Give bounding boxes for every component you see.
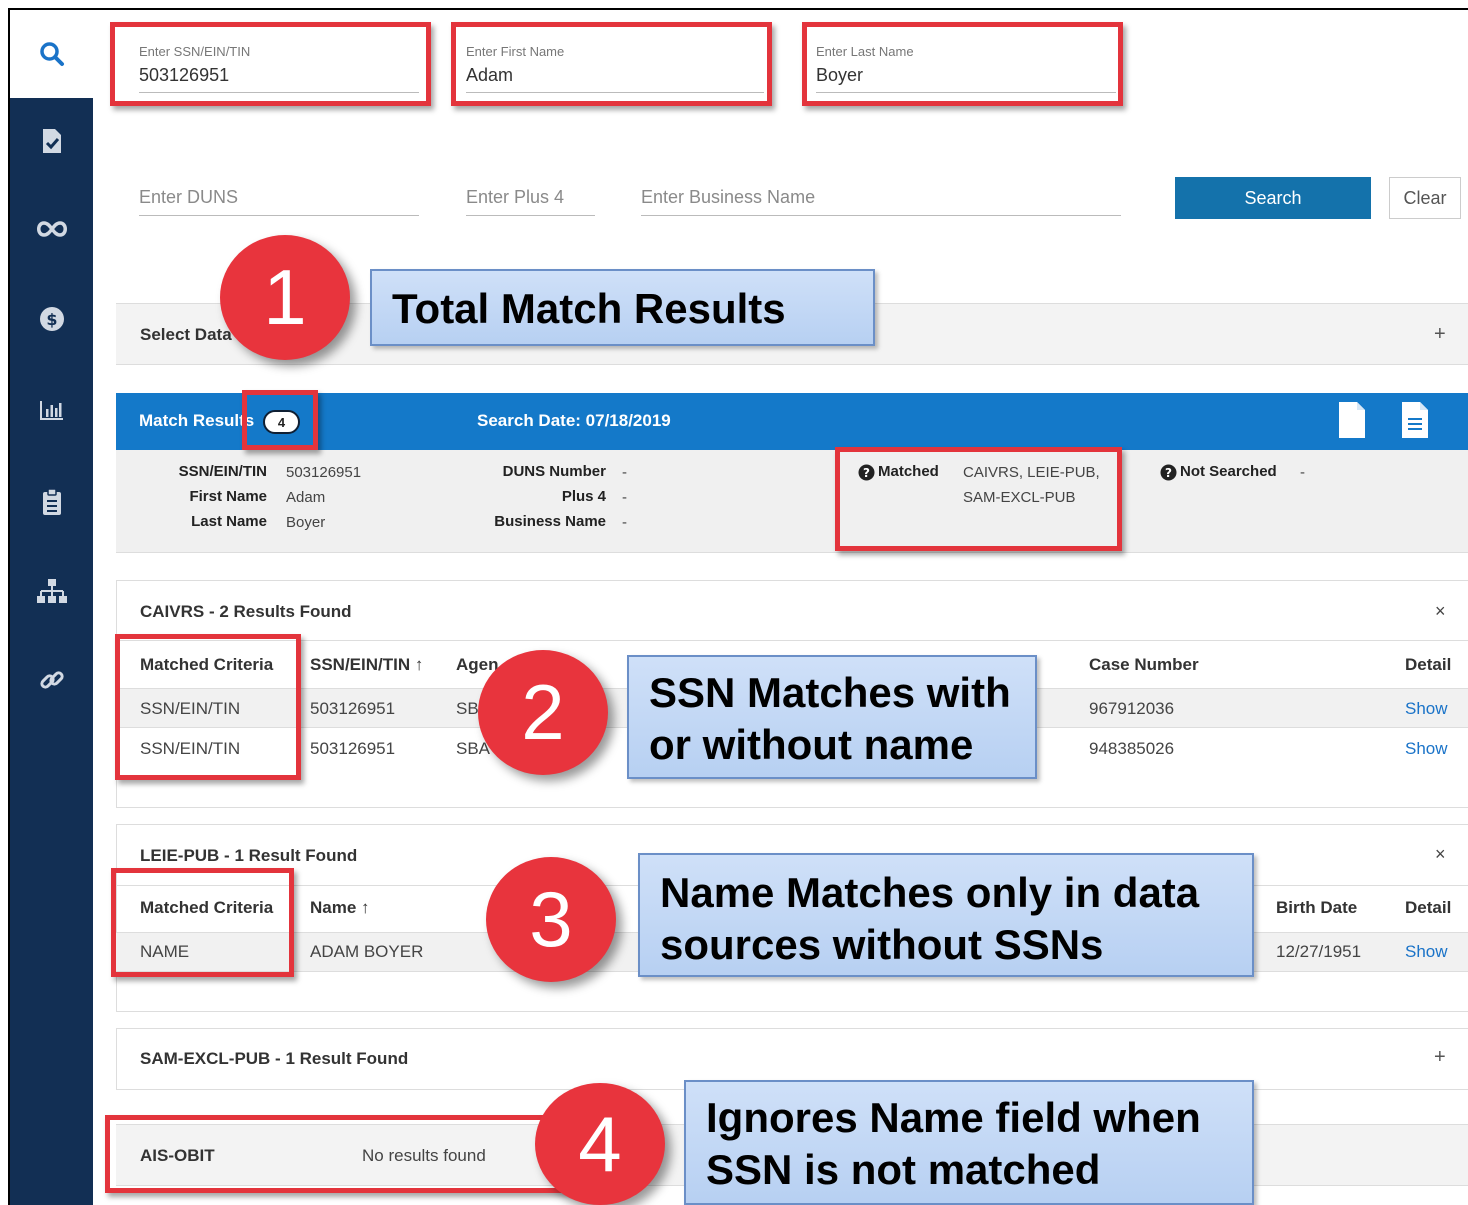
summary-plus4-value: - <box>622 489 627 506</box>
callout-4-line-1: Ignores Name field when <box>706 1094 1201 1141</box>
summary-first-key: First Name <box>189 488 267 505</box>
summary-not-searched-value: - <box>1300 464 1305 481</box>
leie-header-name[interactable]: Name ↑ <box>310 898 370 918</box>
leie-header-detail: Detail <box>1405 898 1452 917</box>
sidebar-item-search[interactable] <box>10 10 93 98</box>
summary-ssn-key: SSN/EIN/TIN <box>178 463 267 480</box>
callout-3-line-2: sources without SSNs <box>660 921 1104 968</box>
leie-row1-show-link[interactable]: Show <box>1405 942 1448 962</box>
infinity-icon[interactable] <box>10 216 93 246</box>
caivrs-title: CAIVRS - 2 Results Found <box>140 602 352 621</box>
callout-number-2: 2 <box>478 650 608 775</box>
caivrs-row1-agency: SB <box>456 699 479 718</box>
callout-2-line-1: SSN Matches with <box>649 669 1011 716</box>
callout-3-line-1: Name Matches only in data <box>660 869 1200 916</box>
svg-text:?: ? <box>1165 466 1172 480</box>
caivrs-header-case[interactable]: Case Number <box>1089 655 1199 675</box>
search-button[interactable]: Search <box>1175 177 1371 219</box>
summary-last-key: Last Name <box>191 513 267 530</box>
highlight-last-name-field <box>802 22 1123 106</box>
highlight-matched-sources <box>835 447 1122 551</box>
svg-text:$: $ <box>46 310 57 329</box>
clipboard-icon[interactable] <box>10 488 93 523</box>
caivrs-row2-show-link[interactable]: Show <box>1405 739 1448 759</box>
caivrs-row1-case: 967912036 <box>1089 699 1175 718</box>
document-check-icon[interactable] <box>10 128 93 161</box>
caivrs-header-detail: Detail <box>1405 655 1452 674</box>
callout-name-matches: Name Matches only in data sources withou… <box>638 853 1254 977</box>
business-name-input[interactable]: Enter Business Name <box>641 187 1121 216</box>
file-text-icon[interactable] <box>1401 401 1429 439</box>
match-results-bar: Match Results Search Date: 07/18/2019 <box>116 393 1468 450</box>
file-icon[interactable] <box>1338 401 1366 439</box>
sam-title: SAM-EXCL-PUB - 1 Result Found <box>140 1049 409 1068</box>
summary-not-searched-key: Not Searched <box>1180 463 1277 480</box>
leie-row1-birth-date: 12/27/1951 <box>1276 942 1362 961</box>
sidebar: $ <box>10 10 93 1205</box>
caivrs-row1-ssn: 503126951 <box>310 699 396 718</box>
plus4-input[interactable]: Enter Plus 4 <box>466 187 595 216</box>
summary-last-value: Boyer <box>286 514 326 531</box>
caivrs-row2-case: 948385026 <box>1089 739 1175 758</box>
callout-number-3: 3 <box>486 857 616 982</box>
sam-expand[interactable]: + <box>1434 1046 1446 1069</box>
duns-input[interactable]: Enter DUNS <box>139 187 419 216</box>
callout-4-line-2: SSN is not matched <box>706 1146 1101 1193</box>
summary-ssn-value: 503126951 <box>286 464 362 481</box>
caivrs-row1-show-link[interactable]: Show <box>1405 699 1448 719</box>
highlight-match-count <box>242 390 318 450</box>
callout-ignores-name: Ignores Name field when SSN is not match… <box>684 1080 1254 1205</box>
callout-2-line-2: or without name <box>649 721 974 768</box>
highlight-first-name-field <box>451 22 772 106</box>
highlight-caivrs-criteria <box>115 634 301 780</box>
select-data-expand[interactable]: + <box>1434 323 1446 346</box>
highlight-ais-obit <box>105 1115 580 1193</box>
leie-row1-name: ADAM BOYER <box>310 942 424 961</box>
highlight-ssn-field <box>110 22 431 106</box>
summary-duns-value: - <box>622 464 627 481</box>
search-date: Search Date: 07/18/2019 <box>477 411 671 430</box>
dollar-icon[interactable]: $ <box>10 306 93 339</box>
caivrs-close-button[interactable]: × <box>1435 601 1446 622</box>
help-circle-icon[interactable]: ? <box>1160 464 1177 481</box>
clear-button[interactable]: Clear <box>1389 177 1461 219</box>
leie-close-button[interactable]: × <box>1435 844 1446 865</box>
sitemap-icon[interactable] <box>10 578 93 611</box>
summary-duns-key: DUNS Number <box>502 463 606 480</box>
match-results-label: Match Results <box>139 411 255 430</box>
select-data-label: Select Data <box>140 325 232 344</box>
callout-total-match-results: Total Match Results <box>370 269 875 346</box>
divider <box>116 640 1468 641</box>
caivrs-row2-ssn: 503126951 <box>310 739 396 758</box>
callout-ssn-matches: SSN Matches with or without name <box>627 655 1037 779</box>
callout-number-4: 4 <box>535 1083 665 1205</box>
leie-title: LEIE-PUB - 1 Result Found <box>140 846 358 865</box>
leie-header-birth-date[interactable]: Birth Date <box>1276 898 1357 918</box>
bar-chart-icon[interactable] <box>10 398 93 428</box>
highlight-leie-criteria <box>111 868 294 977</box>
search-icon <box>39 42 64 66</box>
summary-business-key: Business Name <box>494 513 606 530</box>
link-icon[interactable] <box>10 666 93 701</box>
summary-business-value: - <box>622 514 627 531</box>
caivrs-header-ssn[interactable]: SSN/EIN/TIN ↑ <box>310 655 423 675</box>
summary-first-value: Adam <box>286 489 326 506</box>
callout-number-1: 1 <box>220 235 350 360</box>
callout-1-text: Total Match Results <box>392 285 786 332</box>
summary-plus4-key: Plus 4 <box>561 488 606 505</box>
